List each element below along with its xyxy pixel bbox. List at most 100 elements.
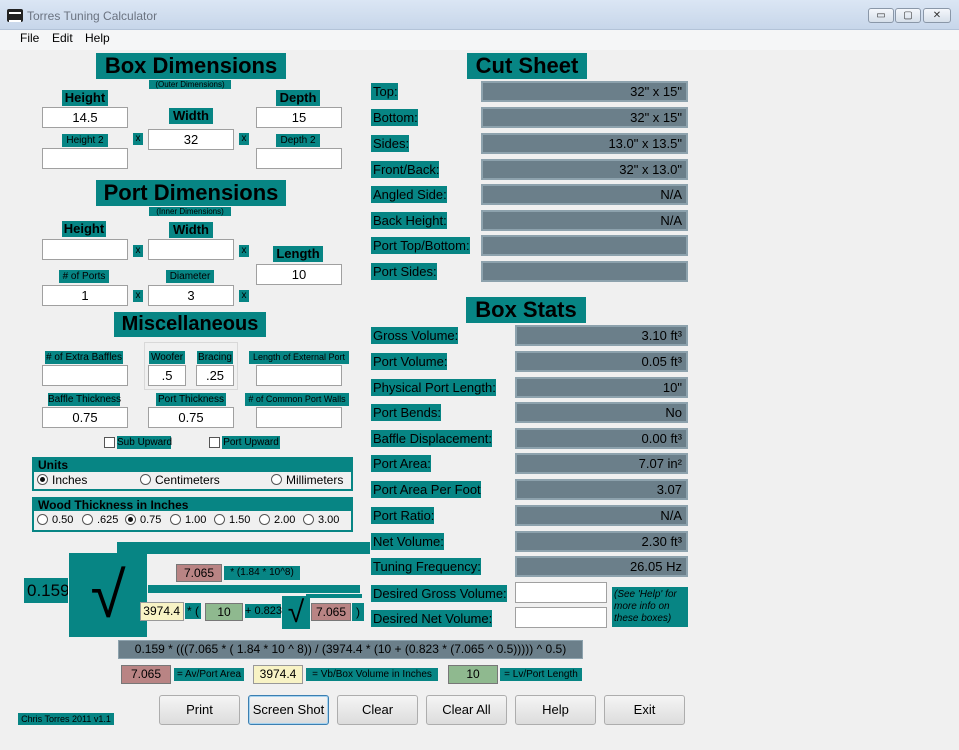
full-formula-display: 0.159 * (((7.065 * ( 1.84 * 10 ^ 8)) / (… bbox=[118, 640, 583, 659]
port-area-value: 7.07 in² bbox=[515, 453, 688, 474]
wood-050-radio[interactable] bbox=[37, 514, 48, 525]
minimize-button[interactable]: ▭ bbox=[868, 8, 894, 23]
menu-help[interactable]: Help bbox=[85, 31, 110, 45]
lv-value: 10 bbox=[205, 603, 243, 621]
port-area-label: Port Area: bbox=[371, 455, 431, 472]
cut-front-back-label: Front/Back: bbox=[371, 161, 440, 178]
clear-button[interactable]: Clear bbox=[337, 695, 418, 725]
miscellaneous-title: Miscellaneous bbox=[114, 312, 266, 337]
cut-port-top-bottom-value bbox=[481, 235, 688, 256]
legend-vb-label: = Vb/Box Volume in Inches bbox=[306, 668, 438, 681]
cut-angled-side-value: N/A bbox=[481, 184, 688, 205]
clear-all-button[interactable]: Clear All bbox=[426, 695, 507, 725]
wood-0625-radio[interactable] bbox=[82, 514, 93, 525]
x-separator: x bbox=[239, 245, 249, 257]
num-ports-input[interactable]: 1 bbox=[42, 285, 128, 306]
port-area-per-foot-label: Port Area Per Foot bbox=[371, 481, 481, 498]
print-button[interactable]: Print bbox=[159, 695, 240, 725]
units-centimeters-radio[interactable] bbox=[140, 474, 151, 485]
external-port-label: Length of External Port bbox=[249, 351, 349, 364]
port-height-input[interactable] bbox=[42, 239, 128, 260]
box-depth-input[interactable]: 15 bbox=[256, 107, 342, 128]
box-dimensions-subtitle: (Outer Dimensions) bbox=[149, 80, 231, 89]
box-depth-label: Depth bbox=[276, 90, 320, 106]
desired-gross-volume-label: Desired Gross Volume: bbox=[371, 585, 507, 602]
num-ports-label: # of Ports bbox=[59, 270, 109, 283]
units-centimeters-label: Centimeters bbox=[155, 473, 220, 487]
sub-upward-checkbox[interactable] bbox=[104, 437, 115, 448]
box-height-input[interactable]: 14.5 bbox=[42, 107, 128, 128]
box-height-label: Height bbox=[62, 90, 108, 106]
gross-volume-value: 3.10 ft³ bbox=[515, 325, 688, 346]
wood-075-radio[interactable] bbox=[125, 514, 136, 525]
cut-port-top-bottom-label: Port Top/Bottom: bbox=[371, 237, 470, 254]
wood-100-radio[interactable] bbox=[170, 514, 181, 525]
port-volume-label: Port Volume: bbox=[371, 353, 448, 370]
woofer-input[interactable]: .5 bbox=[148, 365, 186, 386]
box-depth2-input[interactable] bbox=[256, 148, 342, 169]
menu-file[interactable]: File bbox=[20, 31, 39, 45]
port-height-label: Height bbox=[62, 221, 106, 237]
port-length-label: Length bbox=[273, 246, 323, 262]
cut-sheet-title: Cut Sheet bbox=[467, 53, 587, 79]
wood-075-label: 0.75 bbox=[140, 514, 162, 526]
tuning-frequency-label: Tuning Frequency: bbox=[371, 558, 481, 575]
common-port-walls-label: # of Common Port Walls bbox=[245, 393, 349, 406]
units-millimeters-radio[interactable] bbox=[271, 474, 282, 485]
wood-0625-label: .625 bbox=[97, 514, 119, 526]
port-width-label: Width bbox=[169, 222, 213, 238]
desired-net-volume-input[interactable] bbox=[515, 607, 607, 628]
formula-close-paren: ) bbox=[352, 603, 364, 621]
external-port-input[interactable] bbox=[256, 365, 342, 386]
maximize-button[interactable]: ▢ bbox=[895, 8, 921, 23]
help-note: (See 'Help' for more info on these boxes… bbox=[612, 587, 688, 627]
legend-av-value: 7.065 bbox=[121, 665, 171, 684]
cut-sides-label: Sides: bbox=[371, 135, 410, 152]
extra-baffles-input[interactable] bbox=[42, 365, 128, 386]
port-width-input[interactable] bbox=[148, 239, 234, 260]
wood-300-label: 3.00 bbox=[318, 514, 340, 526]
units-inches-label: Inches bbox=[52, 473, 88, 487]
x-separator: x bbox=[133, 133, 143, 145]
x-separator: x bbox=[133, 245, 143, 257]
av2-value: 7.065 bbox=[311, 603, 351, 621]
box-depth2-label: Depth 2 bbox=[276, 134, 320, 147]
port-ratio-value: N/A bbox=[515, 505, 688, 526]
wood-150-radio[interactable] bbox=[214, 514, 225, 525]
cut-bottom-value: 32" x 15" bbox=[481, 107, 688, 128]
port-upward-checkbox[interactable] bbox=[209, 437, 220, 448]
av-value: 7.065 bbox=[176, 564, 222, 582]
port-volume-value: 0.05 ft³ bbox=[515, 351, 688, 372]
box-width-input[interactable]: 32 bbox=[148, 129, 234, 150]
box-dimensions-title: Box Dimensions bbox=[96, 53, 286, 79]
screen-shot-button[interactable]: Screen Shot bbox=[248, 695, 329, 725]
port-dimensions-subtitle: (Inner Dimensions) bbox=[149, 207, 231, 216]
port-length-input[interactable]: 10 bbox=[256, 264, 342, 285]
menu-edit[interactable]: Edit bbox=[52, 31, 73, 45]
help-button[interactable]: Help bbox=[515, 695, 596, 725]
extra-baffles-label: # of Extra Baffles bbox=[45, 351, 123, 364]
net-volume-label: Net Volume: bbox=[371, 533, 444, 550]
units-inches-radio[interactable] bbox=[37, 474, 48, 485]
wood-300-radio[interactable] bbox=[303, 514, 314, 525]
box-height2-input[interactable] bbox=[42, 148, 128, 169]
formula-plus-label: + 0.823 bbox=[245, 604, 283, 618]
port-thickness-input[interactable]: 0.75 bbox=[148, 407, 234, 428]
exit-button[interactable]: Exit bbox=[604, 695, 685, 725]
cut-back-height-value: N/A bbox=[481, 210, 688, 231]
cut-port-sides-value bbox=[481, 261, 688, 282]
wood-200-radio[interactable] bbox=[259, 514, 270, 525]
physical-port-length-label: Physical Port Length: bbox=[371, 379, 496, 396]
bracing-input[interactable]: .25 bbox=[196, 365, 234, 386]
legend-vb-value: 3974.4 bbox=[253, 665, 303, 684]
diameter-input[interactable]: 3 bbox=[148, 285, 234, 306]
baffle-thickness-input[interactable]: 0.75 bbox=[42, 407, 128, 428]
bracing-label: Bracing bbox=[197, 351, 233, 364]
baffle-displacement-label: Baffle Displacement: bbox=[371, 430, 492, 447]
close-button[interactable]: ✕ bbox=[923, 8, 951, 23]
wood-200-label: 2.00 bbox=[274, 514, 296, 526]
desired-gross-volume-input[interactable] bbox=[515, 582, 607, 603]
common-port-walls-input[interactable] bbox=[256, 407, 342, 428]
physical-port-length-value: 10" bbox=[515, 377, 688, 398]
port-area-per-foot-value: 3.07 bbox=[515, 479, 688, 500]
